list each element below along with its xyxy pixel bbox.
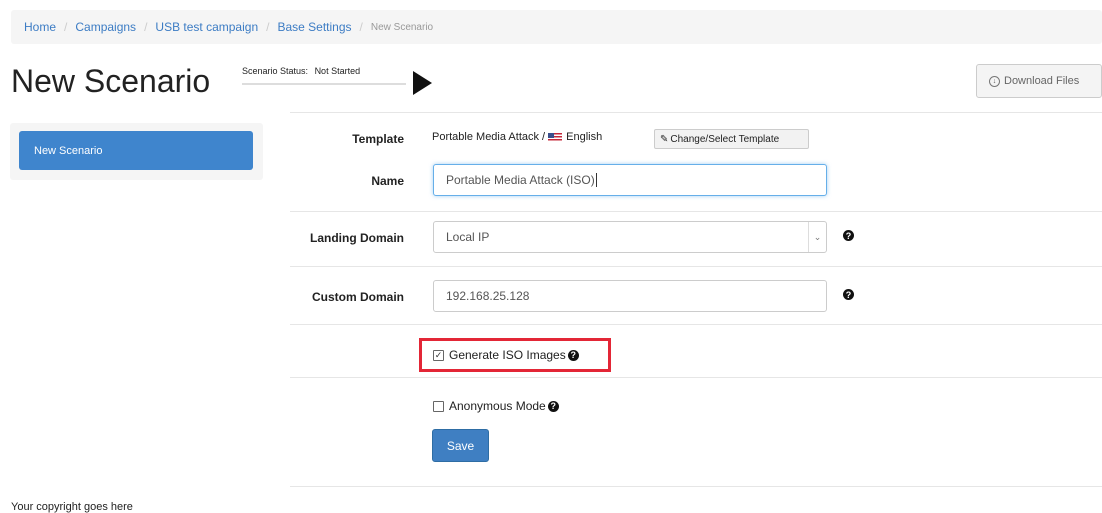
status-value: Not Started xyxy=(314,66,361,76)
chevron-down-icon: ⌄ xyxy=(808,222,826,252)
template-label: Template xyxy=(352,132,404,146)
highlight-box xyxy=(419,338,611,372)
divider xyxy=(290,486,1102,487)
status-label: Scenario Status: xyxy=(242,66,309,76)
anonymous-mode-row: Anonymous Mode ? xyxy=(433,399,559,413)
anonymous-mode-checkbox[interactable] xyxy=(433,400,444,412)
anonymous-mode-help-icon[interactable]: ? xyxy=(547,400,559,412)
custom-domain-help-icon[interactable]: ? xyxy=(843,289,854,300)
landing-domain-value: Local IP xyxy=(446,230,490,244)
custom-domain-value: 192.168.25.128 xyxy=(446,289,530,303)
template-name: Portable Media Attack / xyxy=(432,131,546,143)
sidebar-item-new-scenario[interactable]: New Scenario xyxy=(19,131,253,170)
custom-domain-label: Custom Domain xyxy=(311,290,404,304)
template-value: Portable Media Attack / English xyxy=(432,131,602,143)
name-label: Name xyxy=(371,174,404,188)
custom-domain-input[interactable]: 192.168.25.128 xyxy=(433,280,827,312)
breadcrumb-separator: / xyxy=(359,20,363,34)
name-input-value: Portable Media Attack (ISO) xyxy=(446,173,595,187)
change-template-label: Change/Select Template xyxy=(670,133,780,145)
landing-domain-select[interactable]: Local IP ⌄ xyxy=(433,221,827,253)
us-flag-icon xyxy=(548,132,563,142)
play-icon[interactable] xyxy=(413,71,432,95)
breadcrumb-separator: / xyxy=(266,20,270,34)
footer-copyright: Your copyright goes here xyxy=(11,501,133,513)
landing-domain-label: Landing Domain xyxy=(310,231,404,245)
save-button[interactable]: Save xyxy=(432,429,489,462)
download-files-label: Download Files xyxy=(1004,75,1080,87)
divider xyxy=(290,211,1102,212)
status-underline xyxy=(242,83,406,85)
template-language: English xyxy=(566,131,603,143)
divider xyxy=(290,377,1102,378)
anonymous-mode-label[interactable]: Anonymous Mode xyxy=(449,399,546,413)
change-template-button[interactable]: ✎ Change/Select Template xyxy=(654,129,809,149)
breadcrumb-home-link[interactable]: Home xyxy=(24,20,56,34)
sidebar-item-label: New Scenario xyxy=(34,144,103,157)
breadcrumb-separator: / xyxy=(64,20,68,34)
breadcrumb: Home / Campaigns / USB test campaign / B… xyxy=(11,10,1102,44)
edit-icon: ✎ xyxy=(660,133,669,145)
breadcrumb-settings-link[interactable]: Base Settings xyxy=(277,20,351,34)
breadcrumb-campaign-link[interactable]: USB test campaign xyxy=(155,20,258,34)
download-files-button[interactable]: ↓ Download Files xyxy=(976,64,1102,98)
text-caret xyxy=(595,173,597,187)
scenario-status: Scenario Status: Not Started xyxy=(242,66,360,76)
divider xyxy=(290,324,1102,325)
breadcrumb-campaigns-link[interactable]: Campaigns xyxy=(75,20,136,34)
landing-domain-help-icon[interactable]: ? xyxy=(843,230,854,241)
divider xyxy=(290,112,1102,113)
download-icon: ↓ xyxy=(989,75,1000,87)
divider xyxy=(290,266,1102,267)
breadcrumb-separator: / xyxy=(144,20,148,34)
page-title: New Scenario xyxy=(11,63,211,99)
name-input[interactable]: Portable Media Attack (ISO) xyxy=(433,164,827,196)
breadcrumb-current: New Scenario xyxy=(370,21,434,33)
